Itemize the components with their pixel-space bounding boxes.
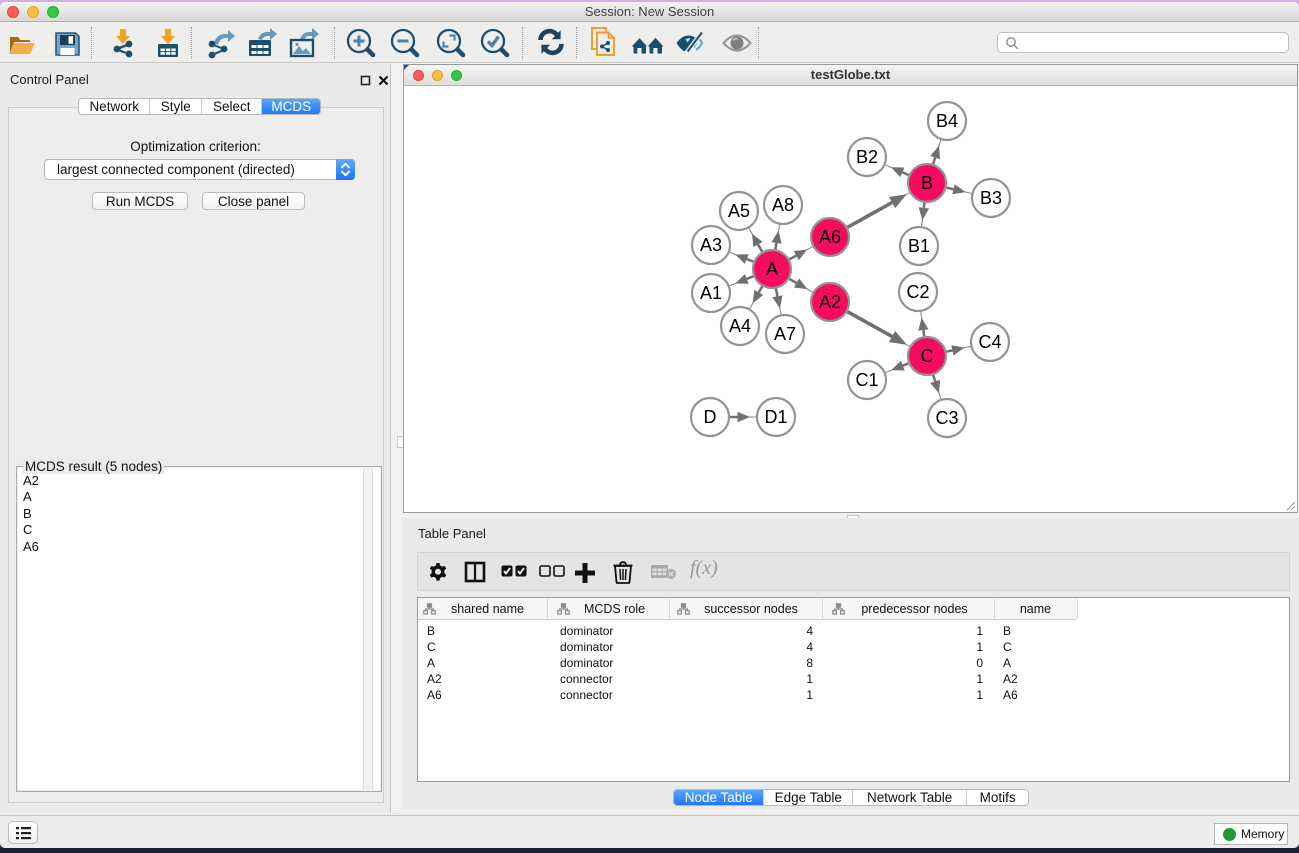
svg-text:B1: B1 bbox=[908, 236, 930, 256]
svg-text:A5: A5 bbox=[728, 201, 750, 221]
svg-text:B: B bbox=[921, 173, 933, 193]
svg-text:C: C bbox=[921, 346, 934, 366]
svg-text:C2: C2 bbox=[906, 282, 929, 302]
svg-text:A4: A4 bbox=[729, 316, 751, 336]
svg-text:C4: C4 bbox=[978, 332, 1001, 352]
svg-text:C1: C1 bbox=[855, 370, 878, 390]
svg-text:A7: A7 bbox=[774, 324, 796, 344]
svg-text:D1: D1 bbox=[764, 407, 787, 427]
svg-text:A1: A1 bbox=[700, 283, 722, 303]
svg-text:B2: B2 bbox=[856, 147, 878, 167]
svg-text:A2: A2 bbox=[819, 292, 841, 312]
svg-text:B3: B3 bbox=[980, 188, 1002, 208]
svg-text:A3: A3 bbox=[700, 235, 722, 255]
svg-text:D: D bbox=[704, 407, 717, 427]
svg-text:A: A bbox=[766, 259, 778, 279]
svg-text:B4: B4 bbox=[936, 111, 958, 131]
svg-text:C3: C3 bbox=[935, 408, 958, 428]
svg-text:A8: A8 bbox=[772, 195, 794, 215]
svg-text:A6: A6 bbox=[819, 227, 841, 247]
